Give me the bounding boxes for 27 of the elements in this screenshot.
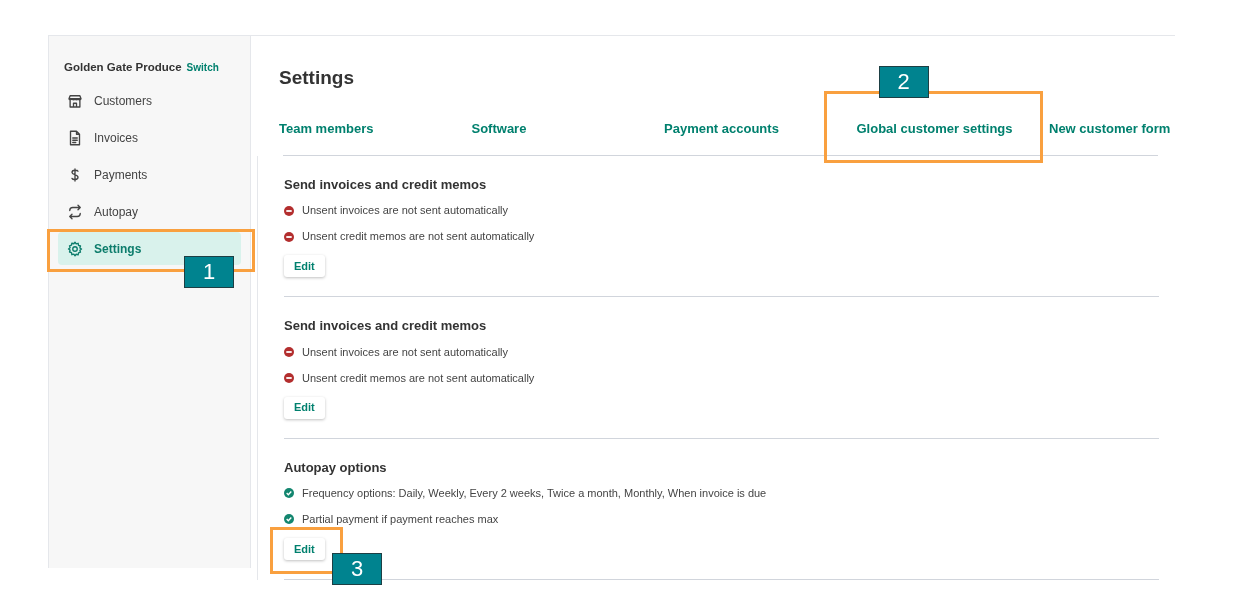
sidebar-item[interactable]: Customers: [58, 84, 241, 118]
callout-number: 1: [184, 256, 234, 289]
tab[interactable]: Software: [471, 121, 527, 136]
callout-number: 3: [332, 552, 382, 585]
edit-button[interactable]: Edit: [284, 396, 325, 419]
edit-button[interactable]: Edit: [284, 537, 325, 560]
sidebar-item[interactable]: Autopay: [58, 195, 241, 229]
status-text: Partial payment if payment reaches max: [302, 511, 499, 527]
section-heading: Send invoices and credit memos: [284, 317, 488, 335]
status-text: Unsent credit memos are not sent automatically: [302, 229, 535, 245]
tab[interactable]: Payment accounts: [664, 121, 779, 136]
callout-number: 2: [878, 66, 929, 98]
status-text: Unsent invoices are not sent automatically: [302, 203, 509, 219]
status-text: Frequency options: Daily, Weekly, Every 2 weeks, Twice a month, Monthly, When invoice is due: [302, 485, 767, 501]
sidebar-item[interactable]: Invoices: [58, 121, 241, 155]
status-text: Unsent invoices are not sent automatically: [302, 344, 509, 360]
tab[interactable]: Global customer settings: [856, 121, 1013, 136]
account-name: Golden Gate Produce: [64, 60, 182, 75]
tab[interactable]: Team members: [279, 121, 374, 136]
section-heading: Autopay options: [284, 458, 388, 476]
tab[interactable]: New customer form: [1049, 121, 1171, 136]
switch-link[interactable]: Switch: [186, 60, 219, 75]
edit-button[interactable]: Edit: [284, 255, 325, 278]
sidebar-item[interactable]: Payments: [58, 158, 241, 192]
page-title: Settings: [279, 66, 354, 90]
status-text: Unsent credit memos are not sent automatically: [302, 370, 535, 386]
section-heading: Send invoices and credit memos: [284, 176, 488, 193]
